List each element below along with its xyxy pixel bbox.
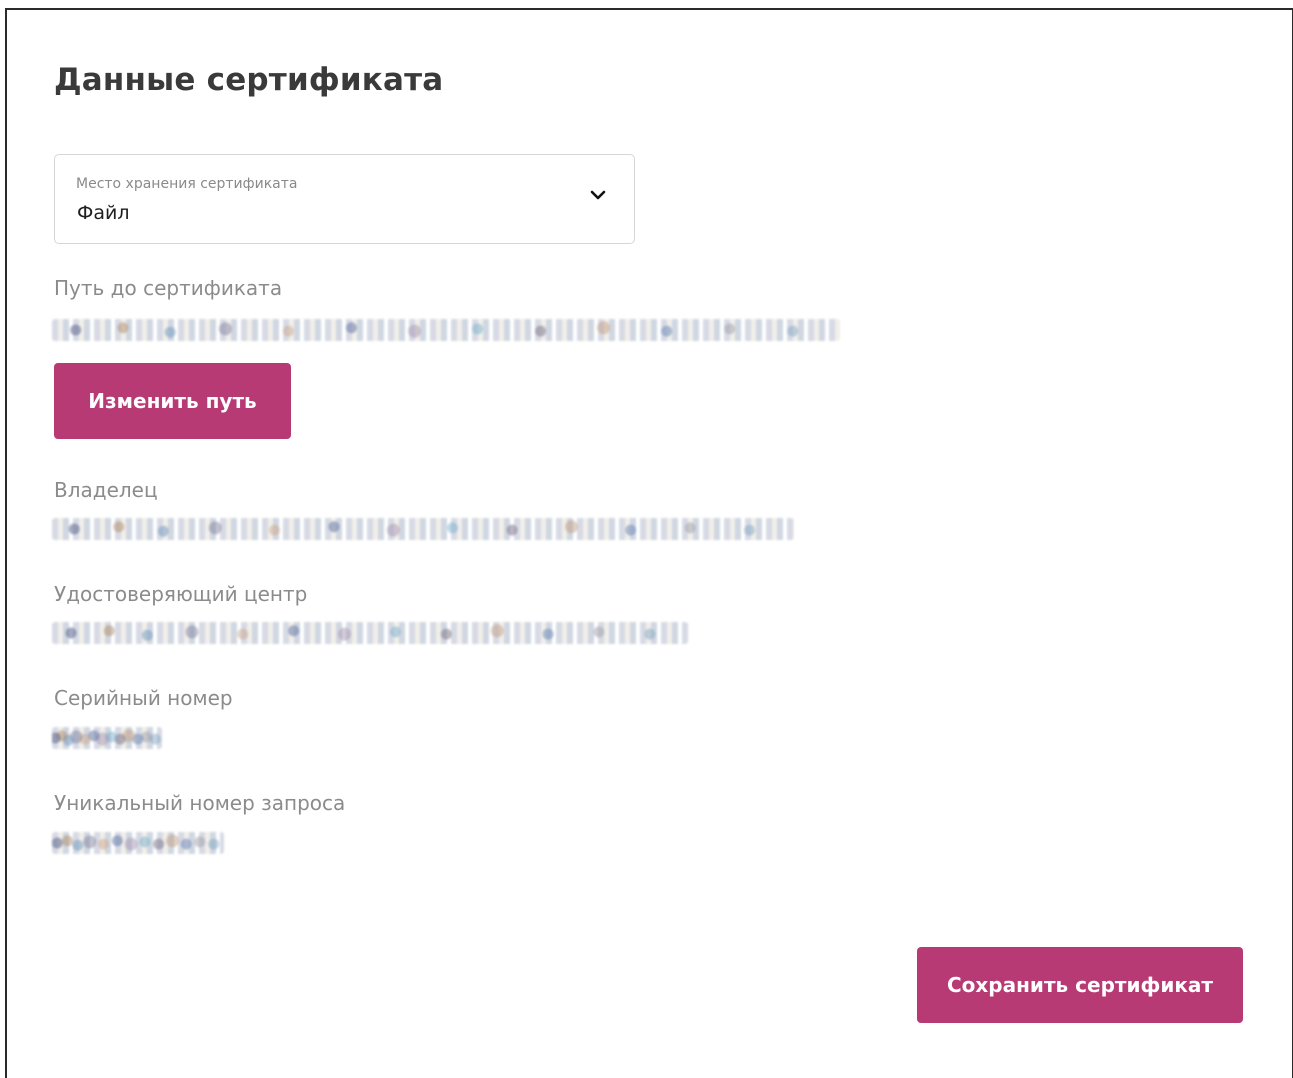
serial-number-value-redacted: [52, 727, 162, 749]
save-certificate-button[interactable]: Сохранить сертификат: [917, 947, 1243, 1023]
issuer-value-redacted: [52, 622, 688, 644]
certificate-path-value-redacted: [52, 319, 840, 341]
chevron-down-icon: [590, 190, 606, 200]
change-path-button[interactable]: Изменить путь: [54, 363, 291, 439]
storage-location-value: Файл: [77, 202, 130, 224]
request-id-value-redacted: [52, 832, 224, 854]
storage-location-label: Место хранения сертификата: [76, 176, 298, 192]
certificate-path-label: Путь до сертификата: [54, 276, 283, 300]
storage-location-select[interactable]: Место хранения сертификата Файл: [54, 154, 635, 244]
page-title: Данные сертификата: [54, 62, 444, 98]
owner-label: Владелец: [54, 478, 158, 502]
owner-value-redacted: [52, 518, 794, 540]
request-id-label: Уникальный номер запроса: [54, 791, 346, 815]
serial-number-label: Серийный номер: [54, 686, 233, 710]
issuer-label: Удостоверяющий центр: [54, 582, 308, 606]
